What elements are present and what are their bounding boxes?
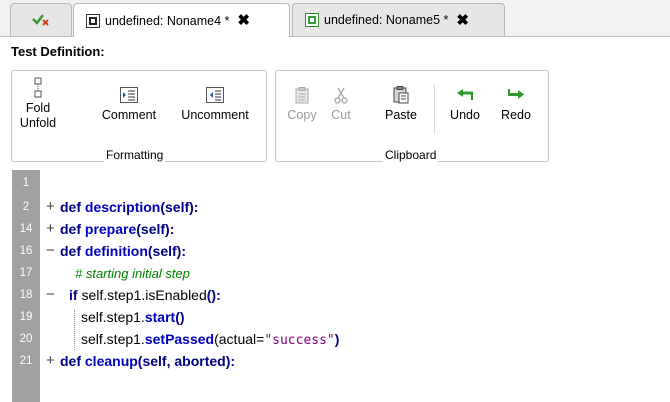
code-comment: # starting initial step [75, 266, 190, 281]
copy-button[interactable]: Copy [283, 86, 321, 123]
collapse-fold-icon[interactable]: − [46, 240, 55, 261]
uncomment-outdent-icon [205, 86, 225, 104]
formatting-group-label: Formatting [104, 148, 166, 162]
comment-indent-icon [119, 86, 139, 104]
fold-unfold-button[interactable]: Fold Unfold [18, 77, 58, 131]
keyword: if [69, 287, 78, 303]
code-text: self.step1. [81, 331, 145, 347]
cut-button[interactable]: Cut [326, 86, 356, 123]
close-tab-icon[interactable]: ✖ [456, 13, 469, 28]
undo-arrow-icon [455, 86, 475, 104]
method-name: start [144, 309, 176, 325]
function-args: (self, aborted): [137, 353, 236, 369]
tab-test-status[interactable] [10, 3, 72, 36]
line-number: 1 [22, 177, 30, 189]
code-line[interactable]: 2 + def description(self): [0, 196, 670, 218]
paste-icon [391, 86, 411, 104]
copy-icon [292, 86, 312, 104]
line-number: 21 [19, 355, 33, 367]
code-paren: ) [334, 331, 340, 347]
function-args: (self): [136, 221, 175, 237]
line-number: 16 [19, 245, 33, 257]
function-name: description [84, 199, 161, 215]
keyword: def [60, 221, 81, 237]
code-args: (actual= [214, 331, 265, 347]
code-line[interactable]: 16 − def definition(self): [0, 240, 670, 262]
code-line[interactable]: 18 − if self.step1.isEnabled(): [0, 284, 670, 306]
keyword: def [60, 353, 81, 369]
fold-icon [28, 77, 48, 98]
function-name: definition [84, 243, 148, 259]
indent-guide [74, 310, 76, 350]
paste-button[interactable]: Paste [378, 86, 424, 123]
copy-label: Copy [287, 108, 317, 122]
tab-noname4[interactable]: undefined: Noname4 * ✖ [73, 3, 290, 37]
cut-label: Cut [331, 108, 351, 122]
code-line[interactable]: 21 + def cleanup(self, aborted): [0, 350, 670, 372]
undo-label: Undo [450, 108, 480, 122]
code-line[interactable]: 1 [0, 172, 670, 194]
clipboard-group-label: Clipboard [383, 148, 439, 162]
expand-fold-icon[interactable]: + [46, 196, 55, 217]
string-literal: "success" [264, 333, 335, 348]
code-line[interactable]: 20 self.step1.setPassed(actual="success"… [0, 328, 670, 350]
code-paren: (): [206, 287, 221, 303]
keyword: def [60, 199, 81, 215]
line-number: 14 [19, 223, 33, 235]
function-name: cleanup [84, 353, 138, 369]
code-editor[interactable]: 1 2 + def description(self): 14 + def pr… [0, 170, 670, 402]
keyword: def [60, 243, 81, 259]
uncomment-button[interactable]: Uncomment [173, 86, 257, 123]
expand-fold-icon[interactable]: + [46, 350, 55, 371]
fold-label: Fold [25, 101, 51, 115]
function-args: (self): [160, 199, 199, 215]
uncomment-label: Uncomment [181, 108, 249, 122]
unfold-label: Unfold [19, 116, 57, 130]
code-line[interactable]: 19 self.step1.start() [0, 306, 670, 328]
spreadsheet-icon [305, 13, 319, 27]
redo-button[interactable]: Redo [494, 86, 538, 123]
expand-fold-icon[interactable]: + [46, 218, 55, 239]
function-name: prepare [84, 221, 137, 237]
method-name: setPassed [144, 331, 215, 347]
paste-label: Paste [385, 108, 417, 122]
line-number: 2 [22, 201, 30, 213]
code-line[interactable]: 14 + def prepare(self): [0, 218, 670, 240]
comment-label: Comment [101, 108, 157, 122]
collapse-fold-icon[interactable]: − [46, 284, 55, 305]
comment-button[interactable]: Comment [96, 86, 162, 123]
code-line[interactable]: 17 # starting initial step [0, 262, 670, 284]
function-args: (self): [147, 243, 187, 259]
line-number: 19 [19, 311, 33, 323]
code-text: self.step1.isEnabled [77, 287, 207, 303]
scissors-icon [331, 86, 351, 104]
tab-noname5[interactable]: undefined: Noname5 * ✖ [292, 3, 505, 36]
tab-label: undefined: Noname5 * [324, 13, 449, 27]
section-title: Test Definition: [11, 44, 105, 59]
redo-arrow-icon [506, 86, 526, 104]
line-number: 20 [19, 333, 33, 345]
line-number: 17 [19, 267, 33, 279]
code-text: self.step1. [81, 309, 145, 325]
code-paren: () [175, 309, 185, 325]
line-number: 18 [19, 289, 33, 301]
tab-label: undefined: Noname4 * [105, 13, 230, 28]
document-icon [86, 13, 100, 28]
tab-bar: undefined: Noname4 * ✖ undefined: Noname… [0, 0, 670, 37]
undo-button[interactable]: Undo [444, 86, 486, 123]
check-x-icon [32, 12, 50, 29]
redo-label: Redo [501, 108, 531, 122]
close-tab-icon[interactable]: ✖ [237, 13, 250, 28]
clipboard-separator [434, 84, 435, 134]
